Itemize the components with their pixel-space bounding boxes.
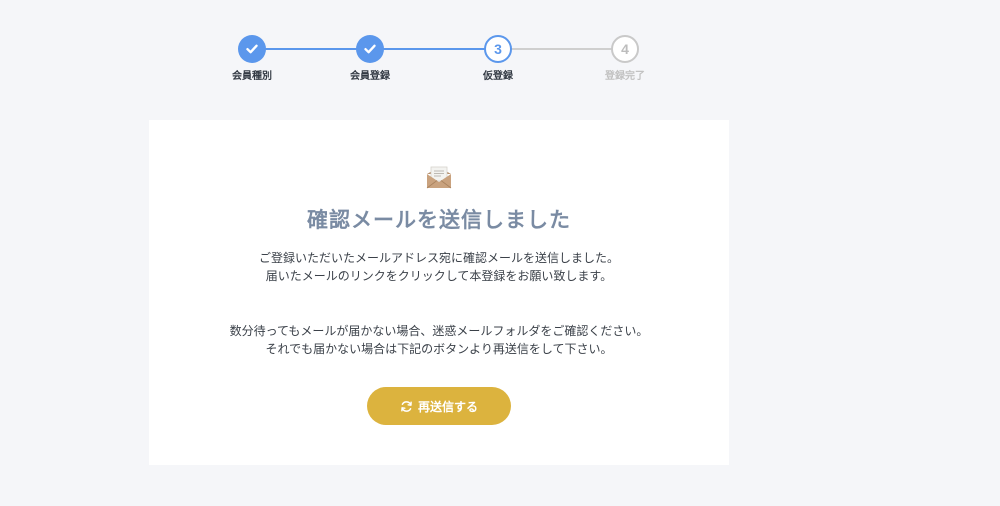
- step-member-type: 会員種別: [212, 35, 292, 82]
- step-label: 登録完了: [605, 71, 645, 82]
- step-member-registration: 会員登録: [330, 35, 410, 82]
- step-number: 3: [484, 35, 512, 63]
- step-registration-complete: 4 登録完了: [585, 35, 665, 82]
- message-line: それでも届かない場合は下記のボタンより再送信をして下さい。: [265, 342, 613, 356]
- message-line: ご登録いただいたメールアドレス宛に確認メールを送信しました。: [258, 251, 619, 265]
- check-icon: [356, 35, 384, 63]
- page-title: 確認メールを送信しました: [307, 208, 571, 232]
- message-line: 数分待ってもメールが届かない場合、迷惑メールフォルダをご確認ください。: [229, 324, 649, 338]
- sent-message: ご登録いただいたメールアドレス宛に確認メールを送信しました。 届いたメールのリン…: [149, 249, 729, 285]
- resend-button-label: 再送信する: [417, 399, 478, 414]
- envelope-icon: [426, 165, 452, 189]
- check-icon: [238, 35, 266, 63]
- step-label: 会員種別: [232, 71, 272, 82]
- step-label: 会員登録: [350, 71, 390, 82]
- message-line: 届いたメールのリンクをクリックして本登録をお願い致します。: [265, 269, 613, 283]
- step-provisional-registration: 3 仮登録: [458, 35, 538, 82]
- resend-button[interactable]: 再送信する: [367, 387, 511, 425]
- not-received-message: 数分待ってもメールが届かない場合、迷惑メールフォルダをご確認ください。 それでも…: [149, 322, 729, 358]
- step-number: 4: [611, 35, 639, 63]
- confirmation-card: 確認メールを送信しました ご登録いただいたメールアドレス宛に確認メールを送信しま…: [149, 120, 729, 465]
- step-label: 仮登録: [483, 71, 513, 82]
- refresh-icon: [400, 400, 413, 413]
- progress-stepper: 会員種別 会員登録 3 仮登録 4 登録完了: [0, 0, 1000, 100]
